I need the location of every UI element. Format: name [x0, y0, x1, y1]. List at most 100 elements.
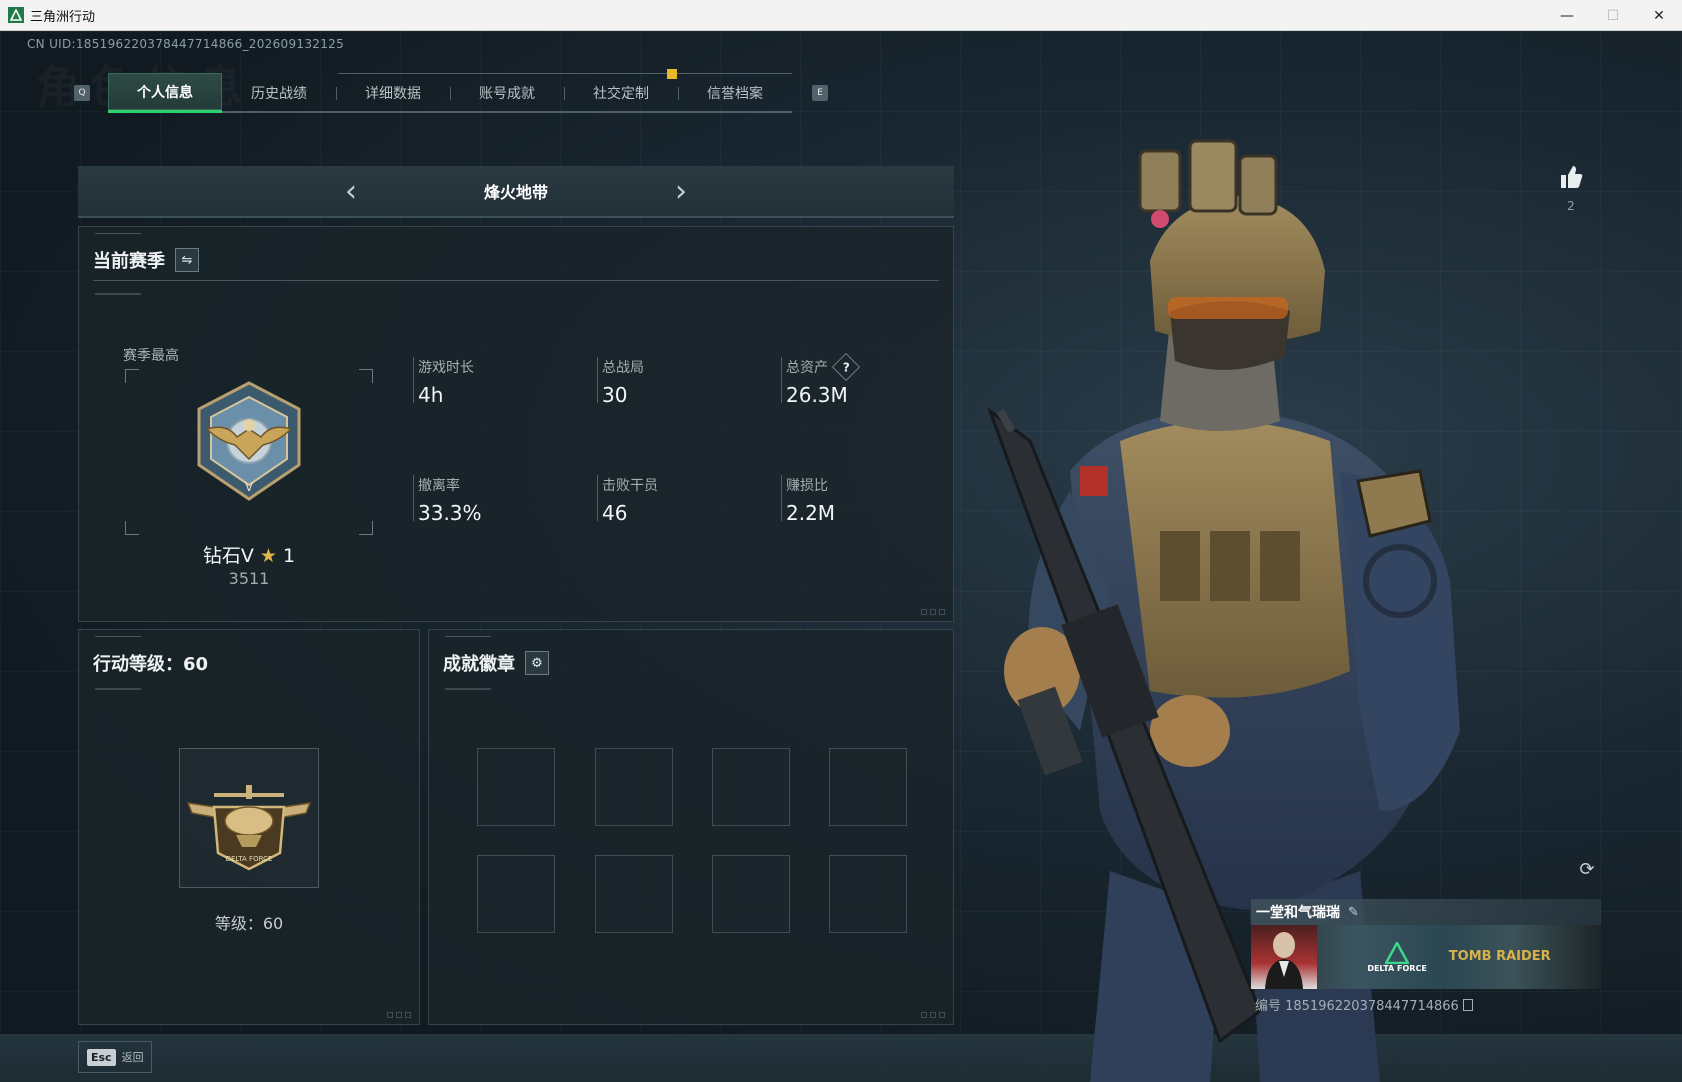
- panel-top-mark: [445, 636, 491, 639]
- badge-slot-6[interactable]: [595, 855, 673, 933]
- stat-value: 2.2M: [786, 501, 836, 525]
- mode-prev-arrow-icon[interactable]: ‹: [336, 174, 366, 209]
- player-id-text: 编号 185196220378447714866: [1255, 999, 1459, 1014]
- stat-label: 赚损比: [786, 478, 828, 494]
- current-season-panel: 当前赛季 ⇋ 赛季最高 V 钻石V ★ 1 3511 游戏时长 4h 总战局 3…: [78, 226, 954, 622]
- panel-corner-dots: [921, 609, 945, 615]
- badge-slot-2[interactable]: [595, 748, 673, 826]
- mode-next-arrow-icon[interactable]: ›: [666, 174, 696, 209]
- rank-name: 钻石V ★ 1: [199, 541, 299, 568]
- app-logo-icon: [8, 7, 24, 23]
- thumbs-up-icon[interactable]: [1557, 163, 1585, 191]
- stat-label: 游戏时长: [418, 360, 474, 376]
- swap-season-icon[interactable]: ⇋: [175, 248, 199, 272]
- rank-star-icon: ★: [259, 545, 277, 567]
- settings-gear-icon[interactable]: ⚙: [525, 651, 549, 675]
- svg-text:DELTA FORCE: DELTA FORCE: [226, 855, 273, 863]
- edit-name-icon[interactable]: ✎: [1348, 905, 1359, 920]
- badge-slot-8[interactable]: [829, 855, 907, 933]
- stat-label: 总战局: [602, 360, 644, 376]
- badge-slot-4[interactable]: [829, 748, 907, 826]
- badge-slot-3[interactable]: [712, 748, 790, 826]
- player-name-bar: 一堂和气瑞瑞 ✎: [1251, 899, 1601, 925]
- player-portrait-image: [1251, 925, 1317, 989]
- refresh-icon[interactable]: ⟳: [1575, 859, 1599, 883]
- tab-history[interactable]: 历史战绩: [222, 73, 336, 113]
- stat-operators-defeated: 击败干员 46: [597, 475, 658, 525]
- stat-profit-loss-ratio: 赚损比 2.2M: [781, 475, 835, 525]
- mode-title: 烽火地带: [483, 183, 548, 202]
- level-title: 行动等级：60: [93, 654, 209, 675]
- season-divider: [93, 280, 939, 281]
- tab-credit-record[interactable]: 信誉档案: [678, 73, 792, 113]
- esc-key-hint: Esc: [87, 1048, 116, 1066]
- stat-play-time: 游戏时长 4h: [413, 357, 474, 407]
- banner-logos: DELTA FORCE TOMB RAIDER: [1317, 925, 1601, 989]
- tab-strip: 个人信息 历史战绩 详细数据 账号成就 社交定制 信誉档案: [108, 69, 792, 113]
- back-button[interactable]: Esc 返回: [78, 1041, 152, 1073]
- diamond-rank-emblem-icon: V: [187, 379, 311, 503]
- stat-label: 击败干员: [602, 478, 658, 494]
- stat-label-text: 总资产: [786, 360, 828, 376]
- season-header: 当前赛季 ⇋: [93, 247, 199, 273]
- tab-personal-info[interactable]: 个人信息: [108, 73, 222, 113]
- panel-top-mark: [95, 233, 141, 236]
- level-value-text: 等级：60: [214, 914, 284, 933]
- tab-detailed-data[interactable]: 详细数据: [336, 73, 450, 113]
- stat-label: 撤离率: [418, 478, 460, 494]
- mode-selector: ‹ 烽火地带 ›: [78, 166, 954, 218]
- maximize-button[interactable]: ☐: [1590, 0, 1636, 31]
- achievement-badges-panel: 成就徽章 ⚙: [428, 629, 954, 1025]
- stat-total-matches: 总战局 30: [597, 357, 644, 407]
- stat-value: 26.3M: [786, 383, 848, 407]
- window-titlebar: 三角洲行动 — ☐ ✕: [0, 0, 1682, 31]
- tab-bar: Q 个人信息 历史战绩 详细数据 账号成就 社交定制 信誉档案 E: [74, 69, 828, 113]
- help-icon[interactable]: ?: [831, 352, 861, 382]
- badges-header: 成就徽章 ⚙: [443, 650, 549, 676]
- stat-value: 46: [602, 501, 628, 525]
- rank-star-count: 1: [283, 545, 296, 567]
- badge-slot-5[interactable]: [477, 855, 555, 933]
- rank-score: 3511: [228, 569, 270, 588]
- badges-mini-mark: [445, 688, 491, 690]
- tab-achievements[interactable]: 账号成就: [450, 73, 564, 113]
- stat-value: 33.3%: [418, 501, 482, 525]
- close-button[interactable]: ✕: [1636, 0, 1682, 31]
- player-name: 一堂和气瑞瑞: [1256, 905, 1340, 921]
- player-banner[interactable]: DELTA FORCE TOMB RAIDER: [1251, 925, 1601, 989]
- stat-label: 总资产 ?: [786, 352, 861, 382]
- delta-force-logo: DELTA FORCE: [1367, 941, 1427, 973]
- level-emblem-frame[interactable]: DELTA FORCE: [179, 748, 319, 888]
- season-mini-mark: [95, 293, 141, 295]
- prev-tab-key-hint[interactable]: Q: [74, 85, 90, 101]
- game-viewport: 角色信息 CN UID:1851962203784477148​66_20260…: [0, 31, 1682, 1082]
- badge-slot-7[interactable]: [712, 855, 790, 933]
- player-id: 编号 185196220378447714866: [1251, 995, 1601, 1014]
- minimize-button[interactable]: —: [1544, 0, 1590, 31]
- helicopter-level-emblem-icon: DELTA FORCE: [186, 785, 312, 871]
- copy-icon[interactable]: [1462, 998, 1473, 1011]
- back-label: 返回: [121, 1051, 144, 1064]
- uid-label: CN UID:1851962203784477148​66_2026091321…: [27, 37, 345, 51]
- season-best-label: 赛季最高: [123, 348, 179, 364]
- badges-title: 成就徽章: [443, 654, 515, 675]
- tab-social-custom[interactable]: 社交定制: [564, 73, 678, 113]
- player-card: 一堂和气瑞瑞 ✎ DELTA FORCE TOMB RAIDER 编号 1851…: [1251, 899, 1601, 1025]
- svg-text:V: V: [245, 480, 254, 494]
- window-title: 三角洲行动: [30, 9, 96, 25]
- stat-value: 30: [602, 383, 628, 407]
- season-title: 当前赛季: [93, 251, 165, 272]
- like-widget: 2: [1553, 163, 1589, 213]
- stat-extraction-rate: 撤离率 33.3%: [413, 475, 482, 525]
- level-header: 行动等级：60: [93, 650, 208, 676]
- level-mini-mark: [95, 688, 141, 690]
- stat-value: 4h: [418, 383, 444, 407]
- badge-slot-1[interactable]: [477, 748, 555, 826]
- tomb-raider-logo: TOMB RAIDER: [1448, 949, 1551, 964]
- action-level-panel: 行动等级：60 DELTA FORCE 等级：60: [78, 629, 420, 1025]
- panel-corner-dots: [387, 1012, 411, 1018]
- next-tab-key-hint[interactable]: E: [812, 85, 828, 101]
- stat-total-assets: 总资产 ? 26.3M: [781, 352, 861, 407]
- like-count: 2: [1567, 199, 1575, 213]
- rank-name-text: 钻石V: [202, 545, 254, 567]
